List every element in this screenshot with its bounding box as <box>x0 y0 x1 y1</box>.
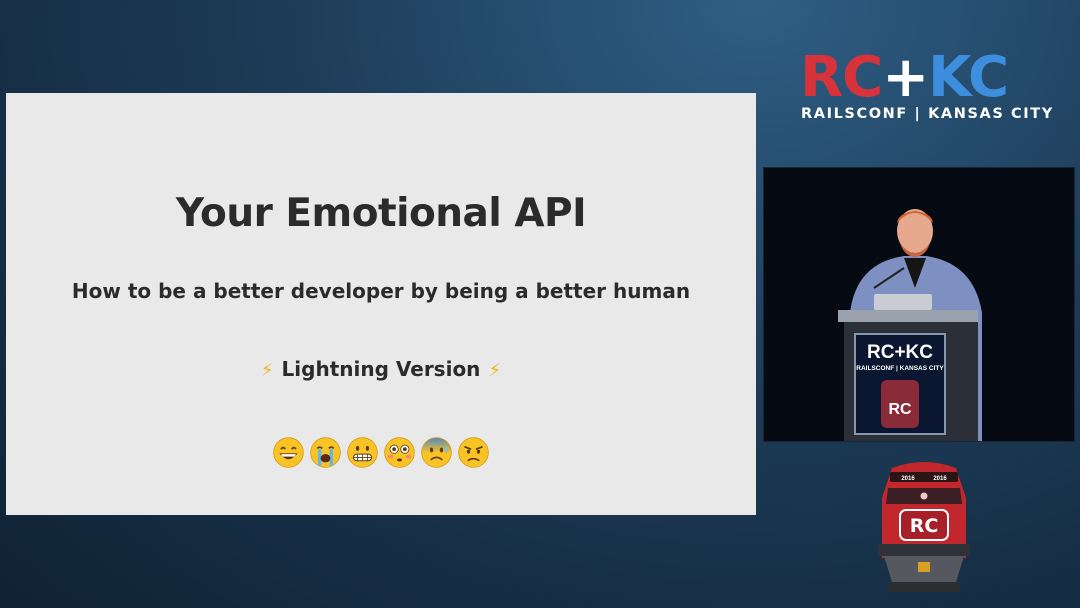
train-year-left: 2016 <box>901 476 915 482</box>
speaker-video: RC+KC RAILSCONF | KANSAS CITY RC <box>763 167 1075 442</box>
train-badge: 2016 2016 RC <box>874 458 974 598</box>
train-icon: 2016 2016 RC <box>878 462 970 592</box>
podium-badge-text: RC <box>888 401 912 418</box>
podium-tagline: RAILSCONF | KANSAS CITY <box>856 365 944 372</box>
laptop <box>874 294 932 310</box>
conference-logo: RC+KC RAILSCONF | KANSAS CITY <box>800 45 1052 130</box>
logo-tagline: RAILSCONF | KANSAS CITY <box>801 106 1054 122</box>
train-badge-label: RC <box>910 515 939 537</box>
anxious-sweat-face-icon <box>421 437 452 468</box>
speaker-scene: RC+KC RAILSCONF | KANSAS CITY RC <box>764 168 1074 441</box>
presentation-slide: Your Emotional API How to be a better de… <box>6 93 756 515</box>
slide-title: Your Emotional API <box>175 191 587 236</box>
angry-face-icon <box>458 437 489 468</box>
emoji-row <box>6 436 756 469</box>
slide-version-line: ⚡ Lightning Version ⚡ <box>6 357 756 381</box>
logo-rc: RC <box>800 45 883 110</box>
grimacing-face-icon <box>347 437 378 468</box>
grinning-face-icon <box>273 437 304 468</box>
logo-kc: KC <box>928 45 1009 110</box>
slide-subtitle: How to be a better developer by being a … <box>71 279 691 303</box>
crying-face-icon <box>310 437 341 468</box>
version-label: Lightning Version <box>281 357 481 381</box>
lightning-bolt-icon: ⚡ <box>488 360 502 381</box>
podium-top <box>838 310 978 322</box>
flushed-face-icon <box>384 437 415 468</box>
lightning-bolt-icon: ⚡ <box>260 360 274 381</box>
logo-wordmark: RC+KC <box>800 45 1009 110</box>
logo-plus: + <box>882 45 929 110</box>
podium-logo: RC+KC <box>867 342 933 363</box>
train-year-right: 2016 <box>933 476 947 482</box>
